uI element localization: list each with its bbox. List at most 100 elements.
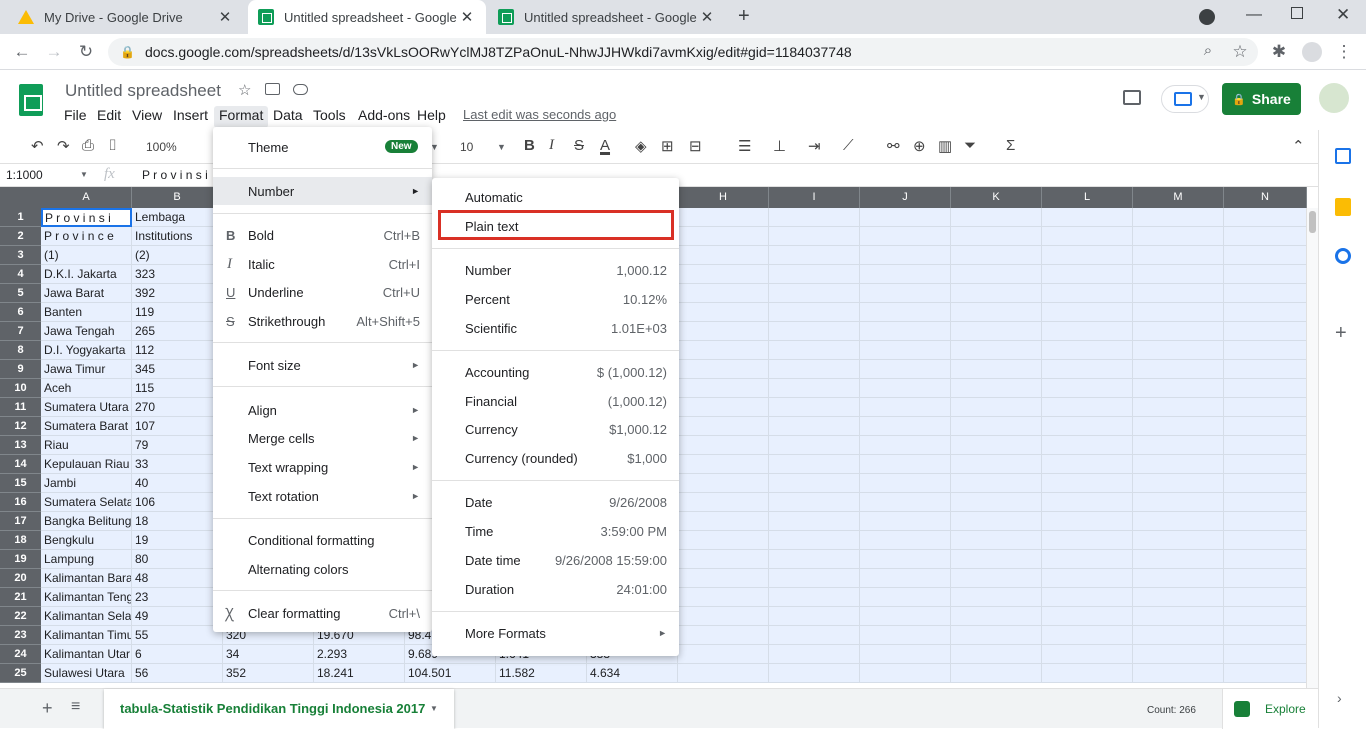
horizontal-align-icon[interactable]: ☰ bbox=[738, 137, 751, 155]
row-header[interactable]: 15 bbox=[0, 474, 41, 493]
table-cell[interactable]: 80 bbox=[132, 550, 223, 569]
sheets-logo-icon[interactable] bbox=[19, 84, 43, 116]
table-cell[interactable] bbox=[678, 360, 769, 379]
table-cell[interactable] bbox=[951, 569, 1042, 588]
account-avatar[interactable] bbox=[1319, 83, 1349, 113]
table-cell[interactable] bbox=[769, 531, 860, 550]
table-cell[interactable] bbox=[951, 474, 1042, 493]
font-size-select[interactable]: 10 bbox=[460, 140, 473, 154]
table-cell[interactable] bbox=[1224, 664, 1307, 683]
table-cell[interactable] bbox=[1224, 341, 1307, 360]
table-cell[interactable] bbox=[1133, 474, 1224, 493]
scroll-thumb[interactable] bbox=[1309, 211, 1316, 233]
table-cell[interactable] bbox=[860, 360, 951, 379]
table-cell[interactable]: 48 bbox=[132, 569, 223, 588]
table-cell[interactable]: Sumatera Barat bbox=[41, 417, 132, 436]
table-cell[interactable] bbox=[951, 322, 1042, 341]
table-cell[interactable] bbox=[1133, 493, 1224, 512]
maximize-icon[interactable] bbox=[1291, 7, 1303, 19]
table-cell[interactable] bbox=[1042, 588, 1133, 607]
number-item-automatic[interactable]: Automatic bbox=[432, 183, 679, 211]
reload-icon[interactable]: ↻ bbox=[75, 42, 97, 62]
table-cell[interactable] bbox=[769, 227, 860, 246]
keep-icon[interactable] bbox=[1335, 198, 1351, 216]
insert-comment-icon[interactable]: ⊕ bbox=[913, 137, 926, 155]
menu-item-align[interactable]: Align ► bbox=[213, 396, 432, 424]
menu-add-ons[interactable]: Add-ons bbox=[353, 106, 415, 128]
table-cell[interactable] bbox=[951, 493, 1042, 512]
table-cell[interactable] bbox=[769, 493, 860, 512]
table-cell[interactable]: Aceh bbox=[41, 379, 132, 398]
table-cell[interactable]: Institutions bbox=[132, 227, 223, 246]
menu-item-text-wrapping[interactable]: Text wrapping ► bbox=[213, 453, 432, 481]
table-cell[interactable] bbox=[951, 645, 1042, 664]
extensions-icon[interactable]: ✱ bbox=[1268, 42, 1290, 62]
table-cell[interactable] bbox=[1042, 607, 1133, 626]
table-cell[interactable]: 4.634 bbox=[587, 664, 678, 683]
italic-icon[interactable]: I bbox=[549, 137, 554, 154]
close-icon[interactable]: ✕ bbox=[458, 8, 476, 26]
table-cell[interactable] bbox=[860, 588, 951, 607]
table-cell[interactable] bbox=[1042, 664, 1133, 683]
sheet-tab-active[interactable]: tabula-Statistik Pendidikan Tinggi Indon… bbox=[104, 689, 454, 729]
table-cell[interactable] bbox=[1133, 550, 1224, 569]
table-cell[interactable] bbox=[769, 417, 860, 436]
table-cell[interactable] bbox=[678, 322, 769, 341]
table-cell[interactable] bbox=[951, 531, 1042, 550]
table-cell[interactable]: 40 bbox=[132, 474, 223, 493]
chevron-down-icon[interactable]: ▼ bbox=[430, 704, 438, 713]
table-cell[interactable] bbox=[951, 436, 1042, 455]
table-cell[interactable] bbox=[860, 398, 951, 417]
table-cell[interactable] bbox=[1042, 341, 1133, 360]
table-cell[interactable]: (2) bbox=[132, 246, 223, 265]
vertical-align-icon[interactable]: ⊥ bbox=[773, 137, 786, 155]
table-cell[interactable] bbox=[951, 664, 1042, 683]
table-cell[interactable]: 323 bbox=[132, 265, 223, 284]
table-cell[interactable] bbox=[1042, 569, 1133, 588]
row-header[interactable]: 24 bbox=[0, 645, 41, 664]
table-cell[interactable] bbox=[860, 474, 951, 493]
row-header[interactable]: 12 bbox=[0, 417, 41, 436]
table-cell[interactable] bbox=[1042, 208, 1133, 227]
table-cell[interactable] bbox=[769, 246, 860, 265]
table-cell[interactable] bbox=[1042, 455, 1133, 474]
menu-format[interactable]: Format bbox=[214, 106, 269, 128]
table-cell[interactable]: 6 bbox=[132, 645, 223, 664]
table-cell[interactable]: 352 bbox=[223, 664, 314, 683]
column-header[interactable]: A bbox=[41, 187, 132, 208]
table-cell[interactable] bbox=[1133, 436, 1224, 455]
row-header[interactable]: 18 bbox=[0, 531, 41, 550]
merge-cells-icon[interactable]: ⊟ bbox=[689, 137, 702, 155]
column-header[interactable]: M bbox=[1133, 187, 1224, 208]
url-field[interactable]: 🔒 docs.google.com/spreadsheets/d/13sVkLs… bbox=[108, 38, 1258, 66]
window-close-icon[interactable]: ✕ bbox=[1336, 5, 1350, 25]
table-cell[interactable]: D.I. Yogyakarta bbox=[41, 341, 132, 360]
table-cell[interactable] bbox=[678, 626, 769, 645]
table-cell[interactable] bbox=[1042, 512, 1133, 531]
column-header[interactable]: K bbox=[951, 187, 1042, 208]
table-cell[interactable] bbox=[860, 531, 951, 550]
table-cell[interactable] bbox=[769, 379, 860, 398]
table-cell[interactable] bbox=[860, 246, 951, 265]
paint-format-icon[interactable]: ⌷ bbox=[108, 137, 117, 154]
table-cell[interactable] bbox=[769, 341, 860, 360]
text-wrap-icon[interactable]: ⇥ bbox=[808, 137, 821, 155]
table-cell[interactable] bbox=[860, 227, 951, 246]
table-cell[interactable]: 119 bbox=[132, 303, 223, 322]
close-icon[interactable]: ✕ bbox=[216, 8, 234, 26]
table-cell[interactable] bbox=[769, 550, 860, 569]
menu-item-strikethrough[interactable]: S Strikethrough Alt+Shift+5 bbox=[213, 307, 432, 335]
table-cell[interactable] bbox=[1224, 531, 1307, 550]
table-cell[interactable] bbox=[678, 512, 769, 531]
table-cell[interactable] bbox=[1133, 284, 1224, 303]
row-header[interactable]: 2 bbox=[0, 227, 41, 246]
present-button[interactable]: ▼ bbox=[1161, 85, 1209, 113]
table-cell[interactable] bbox=[951, 208, 1042, 227]
table-cell[interactable] bbox=[769, 474, 860, 493]
table-cell[interactable]: Kalimantan Sela bbox=[41, 607, 132, 626]
table-cell[interactable] bbox=[1042, 303, 1133, 322]
table-cell[interactable] bbox=[860, 569, 951, 588]
menu-item-merge-cells[interactable]: Merge cells ► bbox=[213, 424, 432, 452]
row-header[interactable]: 17 bbox=[0, 512, 41, 531]
table-cell[interactable] bbox=[769, 208, 860, 227]
